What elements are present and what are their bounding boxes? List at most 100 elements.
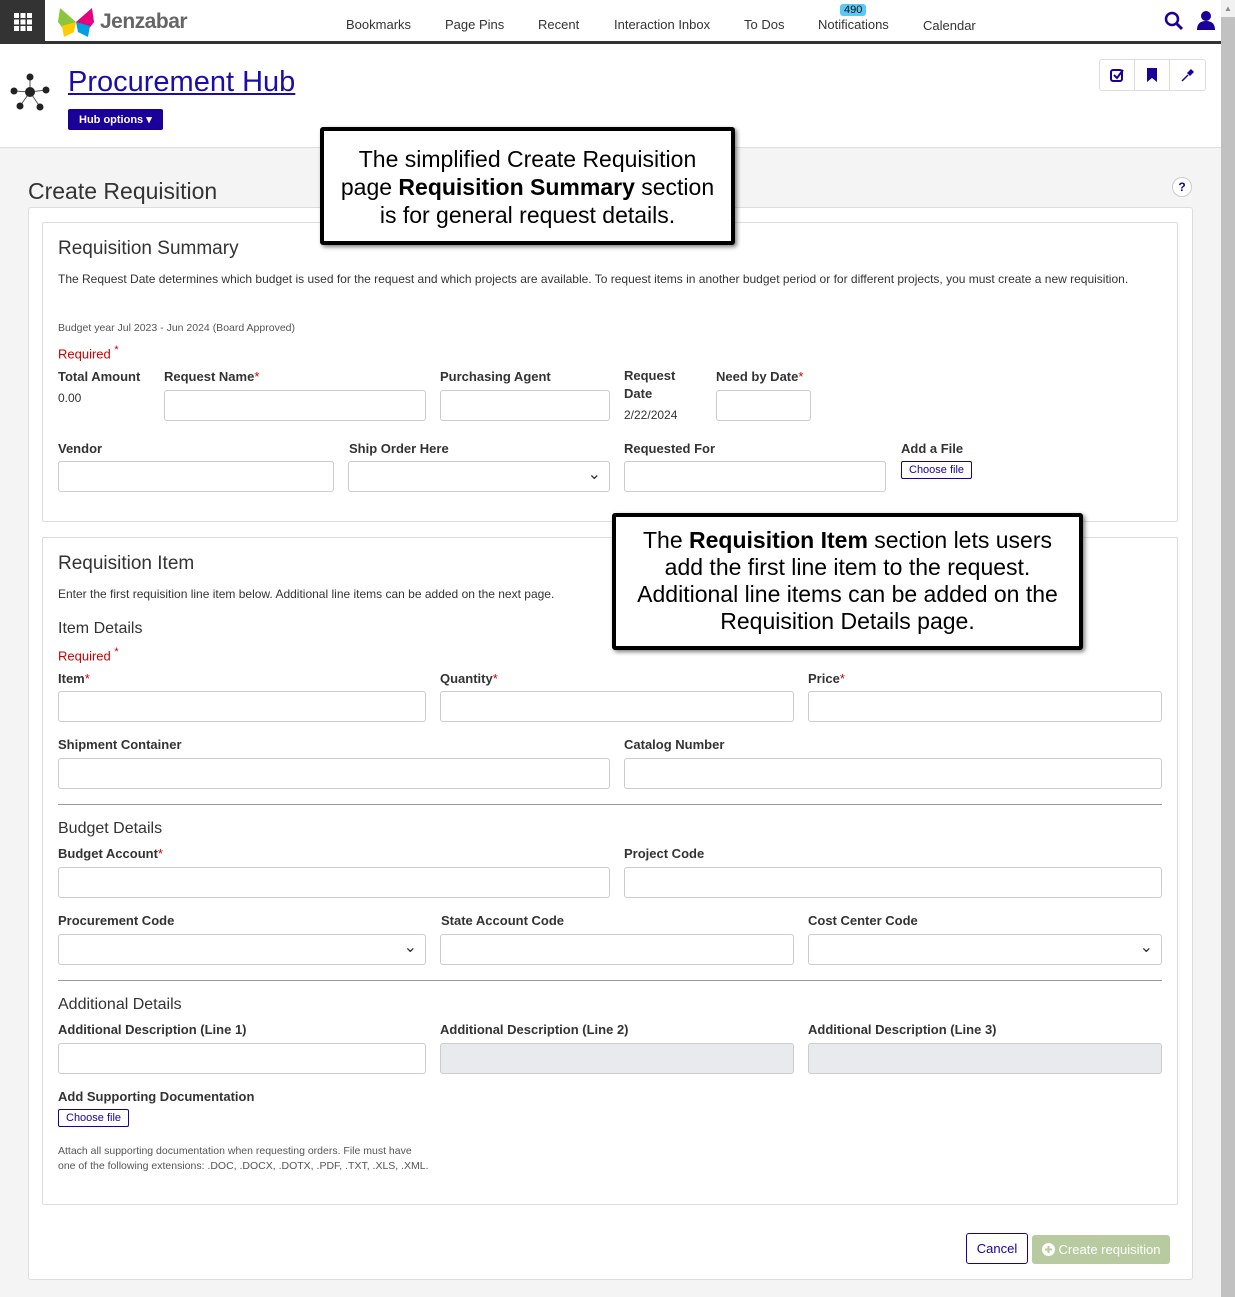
requested-for-input[interactable] (624, 461, 886, 492)
nav-to-dos[interactable]: To Dos (744, 17, 784, 32)
create-requisition-button[interactable]: Create requisition (1032, 1235, 1170, 1264)
callout-summary: The simplified Create Requisition page R… (320, 127, 735, 245)
help-button[interactable]: ? (1172, 177, 1192, 197)
required-note: Required * (58, 344, 119, 362)
supporting-docs-label: Add Supporting Documentation (58, 1089, 255, 1104)
brand-name: Jenzabar (100, 10, 188, 33)
project-code-input[interactable] (624, 867, 1162, 898)
callout-bold: Requisition Item (689, 527, 868, 553)
hub-options-button[interactable]: Hub options ▾ (68, 109, 163, 130)
nav-bookmarks[interactable]: Bookmarks (346, 17, 411, 32)
total-amount-label: Total Amount (58, 369, 141, 384)
bookmark-button[interactable] (1135, 60, 1170, 90)
need-by-date-label: Need by Date* (716, 369, 804, 384)
pin-button[interactable] (1170, 60, 1205, 90)
grid-icon (13, 13, 32, 31)
budget-details-heading: Budget Details (58, 820, 163, 837)
desc1-label: Additional Description (Line 1) (58, 1022, 247, 1037)
summary-description: The Request Date determines which budget… (58, 272, 1129, 286)
search-icon[interactable] (1164, 11, 1184, 31)
quantity-text: Quantity (440, 671, 493, 686)
state-account-code-label: State Account Code (441, 913, 565, 928)
scrollbar[interactable] (1221, 0, 1235, 1297)
quantity-input[interactable] (440, 691, 794, 722)
notifications-badge: 490 (840, 4, 867, 16)
price-input[interactable] (808, 691, 1162, 722)
ship-order-here-label: Ship Order Here (349, 441, 449, 456)
request-name-input[interactable] (164, 390, 426, 421)
procurement-code-select[interactable] (58, 934, 426, 965)
user-icon[interactable] (1196, 10, 1216, 30)
nav-page-pins[interactable]: Page Pins (445, 17, 504, 32)
item-text: Item (58, 671, 85, 686)
desc2-input[interactable] (440, 1043, 794, 1074)
nav-calendar[interactable]: Calendar (923, 18, 976, 33)
budget-account-label: Budget Account* (58, 846, 163, 861)
cost-center-code-select[interactable] (808, 934, 1162, 965)
task-check-button[interactable] (1100, 60, 1135, 90)
apps-grid-button[interactable] (0, 0, 45, 44)
cancel-button[interactable]: Cancel (966, 1233, 1028, 1264)
catalog-number-label: Catalog Number (624, 737, 725, 752)
request-date-label: Request Date (624, 368, 676, 401)
catalog-number-input[interactable] (624, 758, 1162, 789)
requested-for-label: Requested For (624, 441, 716, 456)
desc3-input[interactable] (808, 1043, 1162, 1074)
request-date-value: 2/22/2024 (624, 408, 678, 422)
callout-item: The Requisition Item section lets users … (612, 513, 1083, 650)
hub-title-link[interactable]: Procurement Hub (68, 66, 295, 99)
summary-title: Requisition Summary (58, 238, 239, 259)
ship-order-here-select[interactable] (348, 461, 610, 492)
need-by-date-text: Need by Date (716, 369, 799, 384)
page-title: Create Requisition (28, 178, 218, 204)
purchasing-agent-input[interactable] (440, 390, 610, 421)
state-account-code-input[interactable] (440, 934, 794, 965)
price-text: Price (808, 671, 840, 686)
hub-options-label: Hub options (79, 114, 144, 126)
item-label: Item* (58, 671, 90, 686)
divider (58, 980, 1162, 981)
attach-note: Attach all supporting documentation when… (58, 1145, 429, 1172)
additional-details-heading: Additional Details (58, 996, 182, 1013)
caret-down-icon: ▾ (146, 114, 152, 126)
scroll-up-arrow-icon[interactable]: ▲ (1221, 0, 1235, 17)
purchasing-agent-label: Purchasing Agent (440, 369, 551, 384)
request-name-label: Request Name* (164, 369, 260, 384)
divider (58, 804, 1162, 805)
procurement-code-label: Procurement Code (58, 913, 175, 928)
nav-notifications[interactable]: Notifications (818, 17, 889, 32)
desc1-input[interactable] (58, 1043, 426, 1074)
check-square-icon (1110, 69, 1124, 82)
nav-interaction-inbox[interactable]: Interaction Inbox (614, 17, 710, 32)
budget-account-text: Budget Account (58, 846, 158, 861)
need-by-date-input[interactable] (716, 390, 811, 421)
butterfly-logo-icon (58, 8, 94, 37)
project-code-label: Project Code (624, 846, 705, 861)
required-label: Required (58, 648, 111, 664)
jenzabar-logo[interactable]: Jenzabar (56, 6, 188, 38)
item-section-title: Requisition Item (58, 553, 195, 574)
desc3-label: Additional Description (Line 3) (808, 1022, 997, 1037)
budget-account-input[interactable] (58, 867, 610, 898)
choose-file-button[interactable]: Choose file (901, 461, 973, 479)
item-details-heading: Item Details (58, 620, 143, 637)
item-input[interactable] (58, 691, 426, 722)
price-label: Price* (808, 671, 845, 686)
bookmark-icon (1147, 68, 1157, 82)
vendor-input[interactable] (58, 461, 334, 492)
nav-recent[interactable]: Recent (538, 17, 579, 32)
shipment-container-input[interactable] (58, 758, 610, 789)
vendor-label: Vendor (58, 441, 103, 456)
hub-network-icon (10, 73, 50, 111)
quantity-label: Quantity* (440, 671, 498, 686)
create-requisition-label: Create requisition (1058, 1242, 1161, 1257)
cost-center-code-label: Cost Center Code (808, 913, 918, 928)
item-required-note: Required * (58, 646, 119, 664)
plus-circle-icon (1041, 1243, 1055, 1256)
callout-bold: Requisition Summary (398, 174, 635, 200)
desc2-label: Additional Description (Line 2) (440, 1022, 629, 1037)
supporting-docs-choose-file-button[interactable]: Choose file (58, 1109, 130, 1127)
page-tools (1099, 59, 1206, 91)
callout-text: The (642, 527, 690, 553)
pin-icon (1180, 69, 1194, 82)
